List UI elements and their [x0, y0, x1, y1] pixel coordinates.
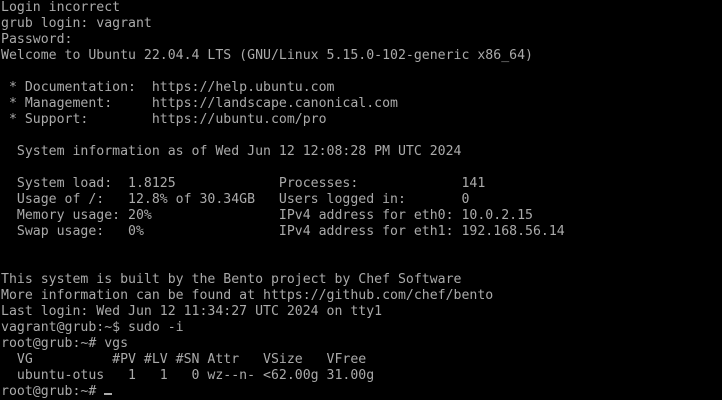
terminal-line: Last login: Wed Jun 12 11:34:27 UTC 2024…: [1, 304, 383, 319]
command-prompt-line[interactable]: root@grub:~#: [0, 384, 722, 400]
terminal-line: Login incorrect: [1, 0, 121, 15]
terminal-line: Usage of /: 12.8% of 30.34GB Users logge…: [1, 192, 470, 207]
terminal-line: VG #PV #LV #SN Attr VSize VFree: [1, 352, 367, 367]
terminal-line: More information can be found at https:/…: [1, 288, 494, 303]
text-cursor: [104, 393, 113, 395]
terminal-line: vagrant@grub:~$ sudo -i: [1, 320, 184, 335]
terminal-line: * Management: https://landscape.canonica…: [1, 96, 398, 111]
terminal-line: This system is built by the Bento projec…: [1, 272, 462, 287]
terminal-line: Memory usage: 20% IPv4 address for eth0:…: [1, 208, 533, 223]
terminal-line: * Documentation: https://help.ubuntu.com: [1, 80, 335, 95]
command-prompt: root@grub:~#: [1, 384, 105, 399]
terminal-line: grub login: vagrant: [1, 16, 152, 31]
terminal-screen[interactable]: Login incorrect grub login: vagrant Pass…: [0, 0, 722, 400]
terminal-line: * Support: https://ubuntu.com/pro: [1, 112, 327, 127]
terminal-line: root@grub:~# vgs: [1, 336, 129, 351]
terminal-line: Password:: [1, 32, 73, 47]
terminal-line: System load: 1.8125 Processes: 141: [1, 176, 486, 191]
terminal-line: System information as of Wed Jun 12 12:0…: [1, 144, 462, 159]
terminal-line: Welcome to Ubuntu 22.04.4 LTS (GNU/Linux…: [1, 48, 533, 63]
terminal-line: Swap usage: 0% IPv4 address for eth1: 19…: [1, 224, 565, 239]
terminal-line: ubuntu-otus 1 1 0 wz--n- <62.00g 31.00g: [1, 368, 375, 383]
